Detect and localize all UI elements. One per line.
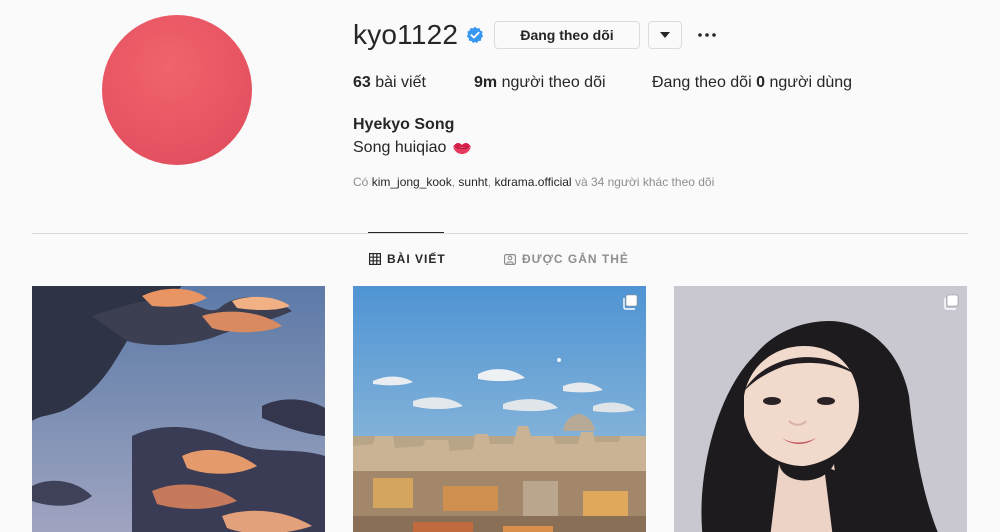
followers-label: người theo dõi [501,74,606,91]
posts-count: 63 [353,74,371,91]
username: kyo1122 [353,19,459,50]
suggestions-dropdown-button[interactable] [648,21,682,49]
active-tab-indicator [368,232,444,233]
sunset-sky-photo [32,286,325,532]
profile-header: kyo1122 [353,18,484,52]
city-skyline-photo [353,286,646,532]
posts-label: bài viết [375,74,426,91]
portrait-photo [674,286,967,532]
followed-by-suffix[interactable]: và 34 người khác theo dõi [575,175,714,189]
post-thumbnail[interactable] [353,286,646,532]
post-thumbnail[interactable] [32,286,325,532]
grid-icon [369,253,381,265]
more-options-button[interactable] [694,22,720,48]
tabs-divider [32,233,968,234]
following-prefix: Đang theo dõi [652,74,752,91]
tab-posts-label: BÀI VIẾT [387,252,446,266]
bio-text: Song huiqiao [353,139,447,156]
carousel-icon [943,294,959,310]
chevron-down-icon [660,32,670,38]
profile-avatar[interactable] [102,15,252,165]
tab-tagged[interactable]: ĐƯỢC GẮN THẺ [504,252,629,266]
follower-account-link[interactable]: sunht [458,175,487,189]
carousel-icon [622,294,638,310]
followers-count: 9m [474,74,498,91]
following-suffix: người dùng [769,74,853,91]
followed-by: Có kim_jong_kook, sunht, kdrama.official… [353,175,715,189]
more-horizontal-icon [698,33,716,37]
followers-stat[interactable]: 9m người theo dõi [474,74,606,92]
tab-tagged-label: ĐƯỢC GẮN THẺ [522,252,629,266]
post-thumbnail[interactable] [674,286,967,532]
kiss-mark-emoji [452,139,472,157]
tab-posts[interactable]: BÀI VIẾT [369,252,446,266]
verified-badge-icon [466,26,484,44]
posts-count-stat: 63 bài viết [353,74,426,92]
following-count: 0 [756,74,765,91]
follower-account-link[interactable]: kdrama.official [494,175,571,189]
tagged-user-icon [504,253,516,265]
full-name: Hyekyo Song [353,116,455,133]
follower-account-link[interactable]: kim_jong_kook [372,175,452,189]
following-stat[interactable]: Đang theo dõi 0 người dùng [652,74,852,92]
bio: Song huiqiao [353,139,472,157]
followed-by-prefix: Có [353,175,369,189]
following-button[interactable]: Đang theo dõi [494,21,640,49]
